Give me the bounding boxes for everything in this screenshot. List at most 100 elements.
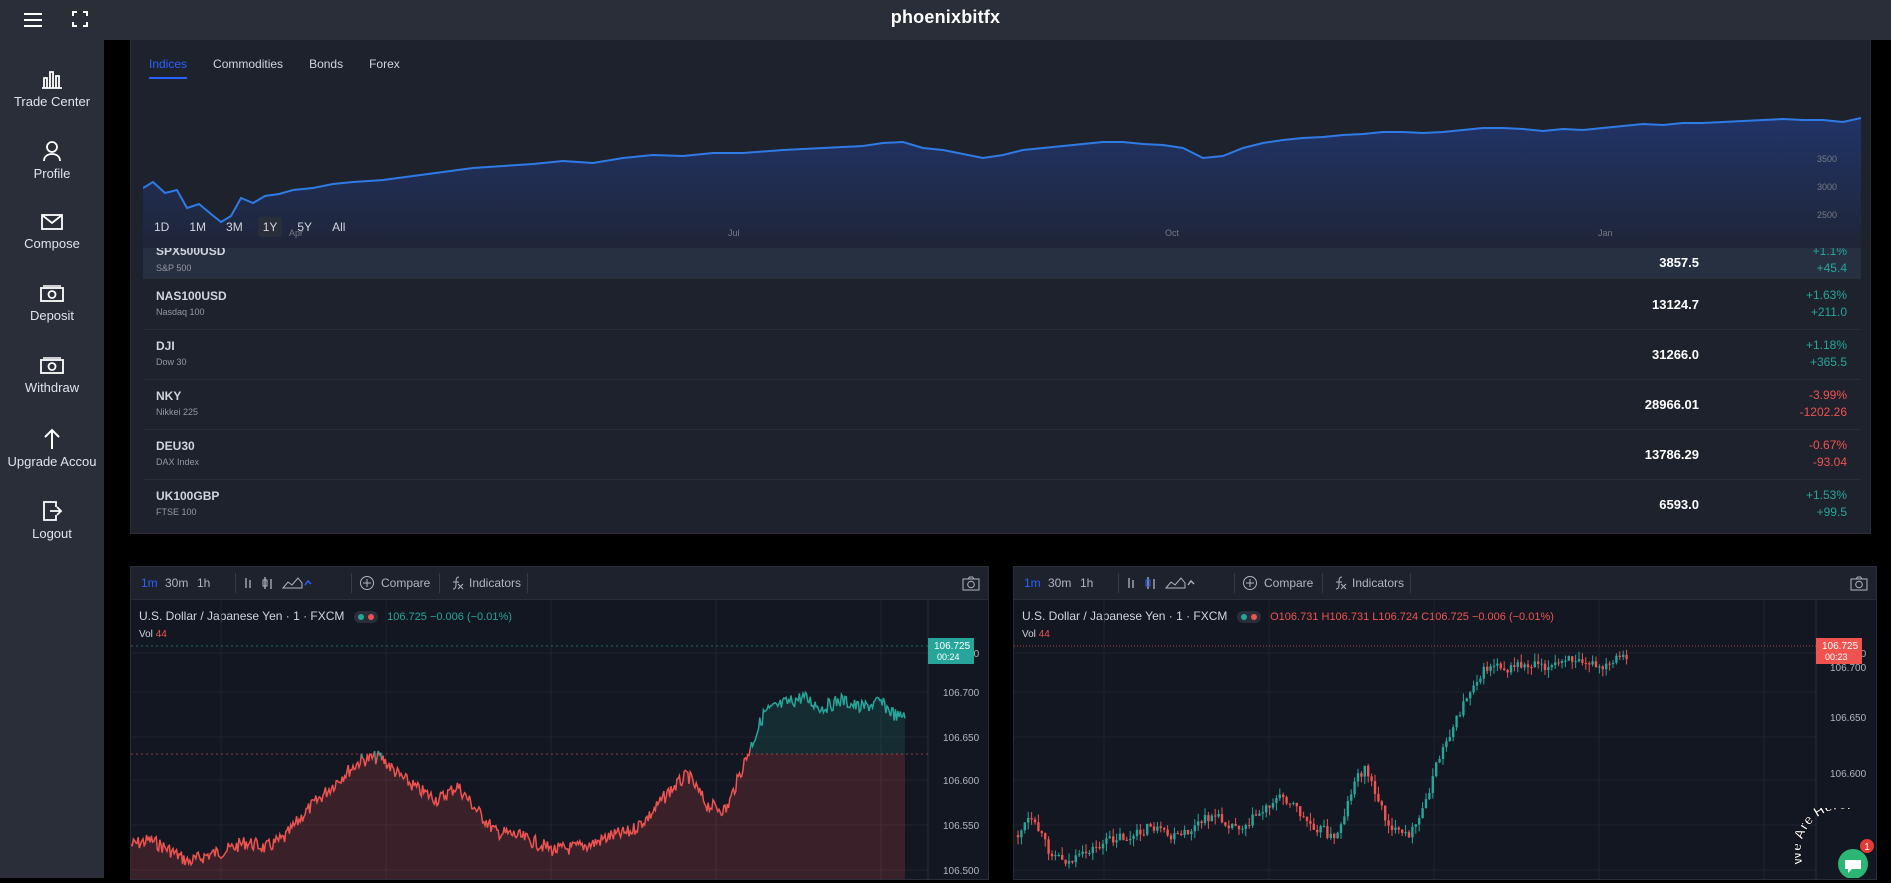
symbol-percent: -3.99%: [1808, 388, 1847, 402]
fx-icon[interactable]: [449, 575, 465, 591]
sidebar-item-label: Withdraw: [24, 380, 80, 395]
y-tick: 106.600: [943, 776, 980, 787]
y-tick: 106.650: [1830, 713, 1867, 724]
sidebar-item-label: Trade Center: [13, 94, 91, 109]
price-tag: 106.725: [1822, 641, 1859, 652]
top-bar: phoenixbitfx: [0, 0, 1891, 40]
envelope-icon: [41, 214, 63, 230]
brand-title: phoenixbitfx: [890, 7, 1001, 27]
symbol-change: +211.0: [1810, 305, 1847, 319]
symbol-change: +99.5: [1816, 505, 1847, 519]
y-tick: 106.700: [1830, 663, 1867, 674]
candlestick-chart-area[interactable]: 106.750106.700106.650106.600106.72500:23: [1014, 600, 1876, 879]
table-row[interactable]: UK100GBP FTSE 100 6593.0 +1.53% +99.5: [143, 479, 1861, 529]
compare-icon[interactable]: [1242, 575, 1258, 591]
table-row[interactable]: NKY Nikkei 225 28966.01 -3.99% -1202.26: [143, 379, 1861, 430]
sidebar-item-label: Compose: [24, 236, 80, 251]
sidebar-item-compose[interactable]: Compose: [0, 202, 104, 268]
interval-30m[interactable]: 30m: [1048, 576, 1071, 590]
symbol-code: UK100GBP: [156, 489, 220, 503]
range-5y[interactable]: 5Y: [292, 217, 317, 237]
symbol-name: S&P 500: [156, 263, 192, 273]
chat-widget[interactable]: We Are Here! 1: [1787, 796, 1891, 879]
symbol-change: -93.04: [1812, 455, 1847, 469]
fx-icon[interactable]: [1332, 575, 1348, 591]
interval-1h[interactable]: 1h: [197, 576, 210, 590]
bar-timer: 00:24: [937, 652, 960, 662]
candles-icon[interactable]: [1126, 575, 1196, 591]
line-chart-area[interactable]: 106.750106.700106.650106.600106.550106.5…: [131, 600, 988, 879]
tab-indices[interactable]: Indices: [149, 57, 188, 79]
tab-bonds[interactable]: Bonds: [309, 57, 343, 77]
sidebar-item-upgrade-account[interactable]: Upgrade Accou: [0, 418, 104, 484]
symbol-price: 3857.5: [1659, 255, 1699, 270]
chart-toolbar: 1m 30m 1h Compare Indicators: [131, 567, 988, 600]
range-1m[interactable]: 1M: [184, 217, 211, 237]
indicators-button[interactable]: Indicators: [469, 576, 521, 590]
symbol-change: +365.5: [1809, 355, 1847, 369]
symbol-change: -1202.26: [1799, 405, 1847, 419]
sidebar-item-label: Upgrade Accou: [7, 454, 97, 469]
symbol-name: Nikkei 225: [156, 407, 199, 417]
tab-forex[interactable]: Forex: [369, 57, 400, 77]
y-tick: 106.550: [943, 821, 980, 832]
range-1y[interactable]: 1Y: [257, 217, 283, 237]
symbol-code: DEU30: [156, 439, 195, 453]
price-chart-right: 1m 30m 1h Compare Indicators U.S. Dollar…: [1013, 566, 1877, 880]
candles-icon[interactable]: [243, 575, 313, 591]
tab-commodities[interactable]: Commodities: [213, 57, 283, 77]
sidebar-item-trade-center[interactable]: Trade Center: [0, 58, 104, 124]
chat-icon: We Are Here! 1: [1787, 796, 1874, 879]
sidebar-item-label: Deposit: [29, 308, 75, 323]
symbol-name: Nasdaq 100: [156, 307, 205, 317]
symbol-percent: +1.63%: [1805, 288, 1847, 302]
market-tabs: Indices Commodities Bonds Forex: [149, 55, 426, 79]
symbol-code: NAS100USD: [156, 289, 227, 303]
y-tick: 2500: [1817, 210, 1837, 220]
range-selector: 1D 1M 3M 1Y 5Y All: [149, 217, 360, 237]
symbol-price: 13124.7: [1652, 297, 1699, 312]
symbol-price: 31266.0: [1652, 347, 1699, 362]
interval-1h[interactable]: 1h: [1080, 576, 1093, 590]
user-icon: [43, 141, 61, 162]
table-row[interactable]: NAS100USD Nasdaq 100 13124.7 +1.63% +211…: [143, 279, 1861, 330]
symbol-percent: +1.1%: [1812, 248, 1847, 258]
compare-button[interactable]: Compare: [381, 576, 430, 590]
range-3m[interactable]: 3M: [221, 217, 248, 237]
camera-icon[interactable]: [962, 575, 980, 591]
symbol-price: 6593.0: [1659, 497, 1699, 512]
compare-icon[interactable]: [359, 575, 375, 591]
sidebar-item-label: Profile: [33, 166, 71, 181]
sidebar: Trade Center Profile Compose Deposit Wit…: [0, 40, 104, 878]
table-row[interactable]: DJI Dow 30 31266.0 +1.18% +365.5: [143, 329, 1861, 380]
interval-1m[interactable]: 1m: [1024, 576, 1041, 590]
symbol-code: NKY: [156, 389, 182, 403]
interval-30m[interactable]: 30m: [165, 576, 188, 590]
sidebar-item-deposit[interactable]: Deposit: [0, 274, 104, 340]
symbol-list: SPX500USD S&P 500 3857.5 +1.1% +45.4 NAS…: [143, 248, 1861, 533]
sidebar-item-withdraw[interactable]: Withdraw: [0, 346, 104, 412]
price-tag: 106.725: [934, 641, 971, 652]
x-tick: Oct: [1165, 228, 1180, 238]
camera-icon[interactable]: [1850, 575, 1868, 591]
indicators-button[interactable]: Indicators: [1352, 576, 1404, 590]
table-row[interactable]: DEU30 DAX Index 13786.29 -0.67% -93.04: [143, 429, 1861, 480]
chat-badge: 1: [1864, 842, 1870, 853]
y-tick: 106.650: [943, 733, 980, 744]
compare-button[interactable]: Compare: [1264, 576, 1313, 590]
interval-1m[interactable]: 1m: [141, 576, 158, 590]
symbol-change: +45.4: [1816, 261, 1847, 275]
bar-chart-icon: [42, 71, 62, 89]
x-tick: Jul: [728, 228, 740, 238]
symbol-percent: +1.53%: [1805, 488, 1847, 502]
sidebar-item-profile[interactable]: Profile: [0, 130, 104, 196]
x-tick: Jan: [1598, 228, 1613, 238]
sidebar-item-logout[interactable]: Logout: [0, 490, 104, 556]
symbol-percent: +1.18%: [1805, 338, 1847, 352]
range-all[interactable]: All: [327, 217, 350, 237]
symbol-percent: -0.67%: [1808, 438, 1847, 452]
y-tick: 106.700: [943, 688, 980, 699]
index-area-chart: Apr Jul Oct Jan 3500 3000 2500: [143, 117, 1861, 248]
range-1d[interactable]: 1D: [149, 217, 174, 237]
table-row[interactable]: SPX500USD S&P 500 3857.5 +1.1% +45.4: [143, 248, 1861, 279]
